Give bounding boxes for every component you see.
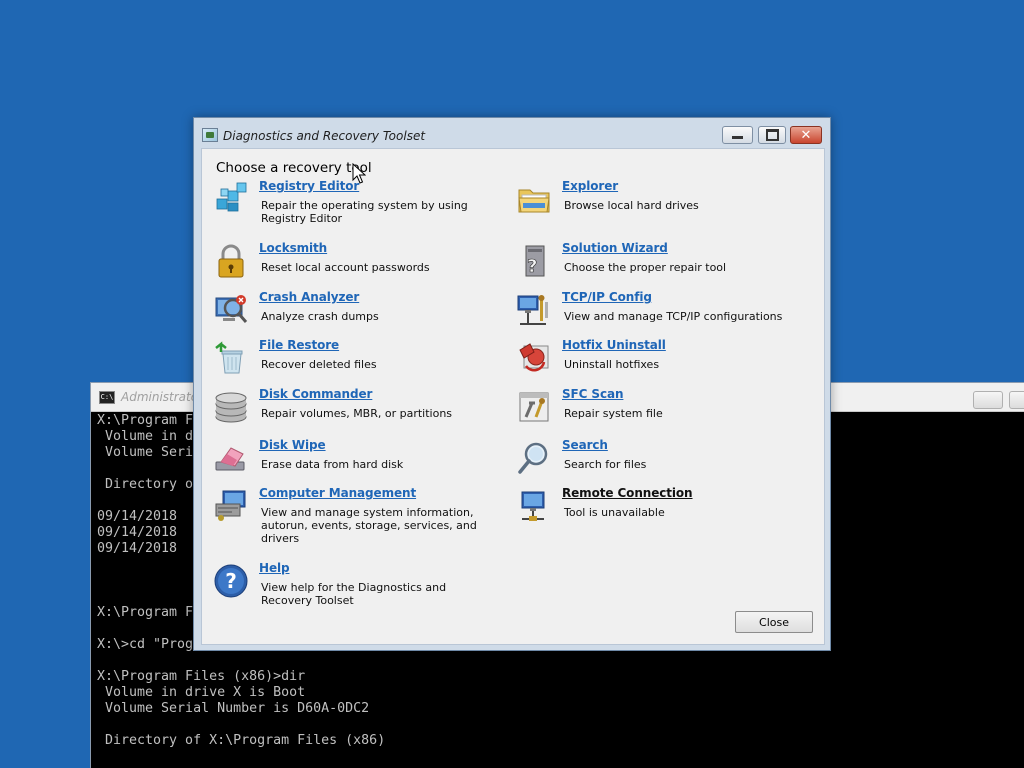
tool-description: Search for files [564,458,647,471]
recycle-bin-icon[interactable] [213,340,249,376]
tool-link-disk-wipe[interactable]: Disk Wipe [259,438,326,452]
help-icon[interactable]: ? [213,563,249,599]
console-line: Volume Serial Number is D60A-0DC2 [97,701,370,716]
close-icon: ✕ [800,127,812,142]
tool-description: View and manage system information, auto… [261,506,477,545]
tool-description: Repair volumes, MBR, or partitions [261,407,453,420]
page-heading: Choose a recovery tool [216,160,372,176]
close-button[interactable]: Close [735,611,813,633]
tool-link-registry-editor[interactable]: Registry Editor [259,179,359,193]
tool-link-computer-management[interactable]: Computer Management [259,486,416,500]
console-title: Administrator [121,390,204,404]
console-minimize-button[interactable] [973,391,1003,409]
hotfix-icon[interactable] [516,340,552,376]
tool-description: Analyze crash dumps [261,310,379,323]
tool-link-help[interactable]: Help [259,561,290,575]
console-line: Directory of X:\Program Files (x86) [97,733,386,748]
tool-description: View help for the Diagnostics and Recove… [261,581,447,607]
tool-link-remote-connection: Remote Connection [562,486,693,500]
dialog-title: Diagnostics and Recovery Toolset [223,129,426,143]
tool-description: Uninstall hotfixes [564,358,660,371]
eraser-icon[interactable] [213,440,249,476]
tool-description: Browse local hard drives [564,199,699,212]
window-close-button[interactable]: ✕ [790,126,822,144]
network-config-icon[interactable] [516,292,552,328]
console-maximize-button[interactable] [1009,391,1024,409]
tool-link-crash-analyzer[interactable]: Crash Analyzer [259,290,359,304]
padlock-icon[interactable] [213,243,249,279]
minimize-button[interactable] [722,126,753,144]
tool-link-tcp-ip-config[interactable]: TCP/IP Config [562,290,652,304]
svg-text:?: ? [527,256,537,277]
console-icon: C:\ [99,391,115,404]
tool-link-locksmith[interactable]: Locksmith [259,241,327,255]
remote-connection-icon [516,488,552,524]
disk-stack-icon[interactable] [213,389,249,425]
sfc-scan-icon[interactable] [516,389,552,425]
app-icon [202,128,218,142]
wizard-icon[interactable]: ? [516,243,552,279]
crash-analyzer-icon[interactable] [213,292,249,328]
recovery-toolset-dialog: Diagnostics and Recovery Toolset ✕ Choos… [193,117,831,651]
computer-management-icon[interactable] [213,488,249,524]
console-line: X:\Program Files (x86)>dir [97,669,306,684]
dialog-content: Choose a recovery tool Registry Editor Re… [201,148,825,645]
tool-link-disk-commander[interactable]: Disk Commander [259,387,372,401]
tool-link-file-restore[interactable]: File Restore [259,338,339,352]
tool-description: Choose the proper repair tool [564,261,727,274]
tool-description: Erase data from hard disk [261,458,404,471]
tool-description: View and manage TCP/IP configurations [564,310,783,323]
console-line: Volume in drive X is Boot [97,685,306,700]
magnifier-icon[interactable] [516,440,552,476]
tool-link-solution-wizard[interactable]: Solution Wizard [562,241,668,255]
tool-link-hotfix-uninstall[interactable]: Hotfix Uninstall [562,338,666,352]
tool-link-search[interactable]: Search [562,438,608,452]
maximize-icon [759,127,785,143]
folder-icon[interactable] [516,181,552,217]
tool-description: Tool is unavailable [564,506,665,519]
tool-link-sfc-scan[interactable]: SFC Scan [562,387,624,401]
tool-description: Repair the operating system by using Reg… [261,199,468,225]
mouse-cursor-icon [352,163,366,184]
registry-icon[interactable] [213,181,249,217]
minimize-icon [723,127,752,143]
tool-link-explorer[interactable]: Explorer [562,179,618,193]
svg-text:?: ? [225,569,237,593]
tool-description: Reset local account passwords [261,261,430,274]
maximize-button[interactable] [758,126,786,144]
tool-description: Recover deleted files [261,358,377,371]
tool-description: Repair system file [564,407,663,420]
dialog-titlebar[interactable]: Diagnostics and Recovery Toolset ✕ [194,118,830,148]
